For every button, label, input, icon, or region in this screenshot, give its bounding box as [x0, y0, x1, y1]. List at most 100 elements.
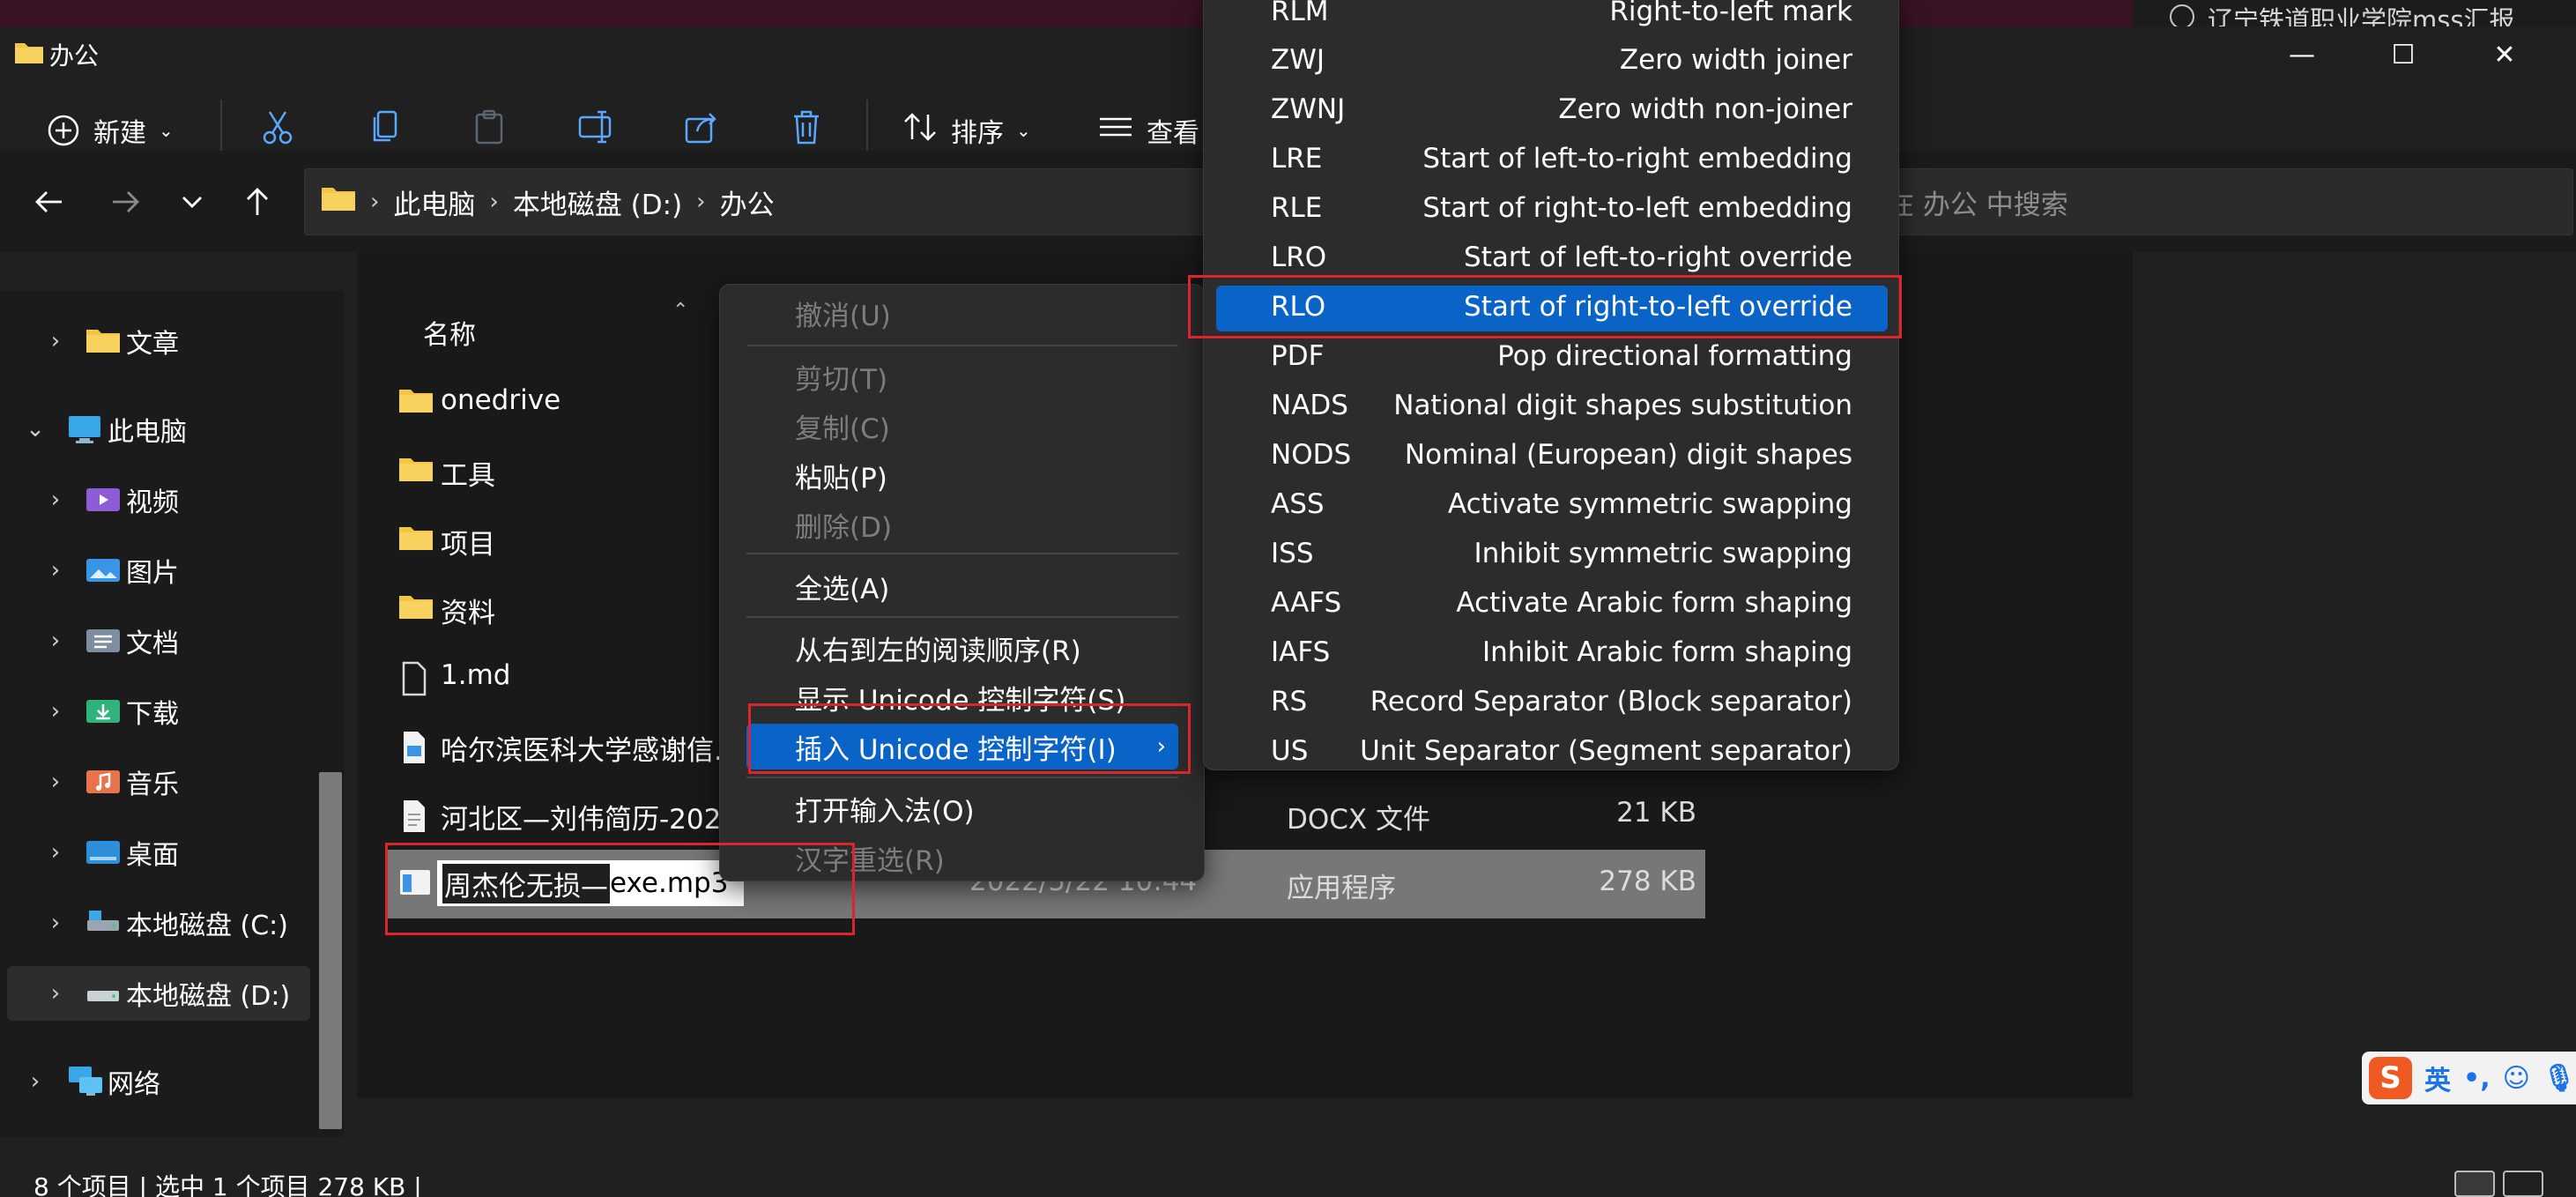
submenu-item-pdf[interactable]: PDF Pop directional formatting: [1216, 335, 1888, 381]
sidebar-scrollbar-thumb[interactable]: [319, 772, 342, 1129]
submenu-item-iss[interactable]: ISS Inhibit symmetric swapping: [1216, 532, 1888, 578]
maximize-button[interactable]: ☐: [2355, 26, 2452, 84]
code-label: ZWJ: [1271, 44, 1325, 76]
chevron-right-icon[interactable]: ›: [42, 328, 69, 354]
sidebar-item-label: 视频: [126, 487, 179, 518]
code-label: RLM: [1271, 0, 1329, 27]
submenu-item-ass[interactable]: ASS Activate symmetric swapping: [1216, 483, 1888, 529]
menu-item-undo[interactable]: 撤消(U): [746, 290, 1178, 336]
status-text: 8 个项目 | 选中 1 个项目 278 KB |: [33, 1172, 422, 1197]
chevron-right-icon[interactable]: ›: [42, 769, 69, 795]
menu-item-paste[interactable]: 粘贴(P): [746, 452, 1178, 498]
code-label: ISS: [1271, 538, 1314, 569]
file-size: 278 KB: [1599, 866, 1696, 897]
copy-icon: [368, 108, 404, 152]
breadcrumb-drive-d[interactable]: 本地磁盘 (D:): [513, 182, 682, 222]
close-button[interactable]: ✕: [2456, 26, 2553, 84]
chevron-right-icon[interactable]: ›: [42, 628, 69, 654]
chevron-right-icon[interactable]: ›: [42, 487, 69, 513]
chevron-right-icon[interactable]: ›: [42, 698, 69, 725]
sidebar-item-this-pc[interactable]: ⌄ 此电脑: [0, 402, 310, 457]
sidebar-item-drive-d[interactable]: › 本地磁盘 (D:): [7, 966, 310, 1021]
network-icon: [67, 1065, 104, 1104]
file-name: 项目: [441, 529, 495, 561]
chevron-right-icon[interactable]: ›: [42, 839, 69, 866]
submenu-item-nads[interactable]: NADS National digit shapes substitution: [1216, 384, 1888, 430]
submenu-item-rs[interactable]: RS Record Separator (Block separator): [1216, 680, 1888, 726]
ime-mode-label[interactable]: 英: [2424, 1059, 2451, 1097]
sidebar-item-videos[interactable]: › 视频: [0, 472, 310, 527]
forward-button[interactable]: [99, 151, 152, 252]
sidebar-item-downloads[interactable]: › 下载: [0, 684, 310, 739]
sidebar-item-drive-c[interactable]: › 本地磁盘 (C:): [0, 896, 310, 950]
sidebar-item-pictures[interactable]: › 图片: [0, 543, 310, 598]
sidebar-item-articles[interactable]: › 文章: [0, 314, 310, 368]
sort-icon: [902, 109, 939, 152]
chevron-right-icon[interactable]: ›: [42, 557, 69, 584]
submenu-item-nods[interactable]: NODS Nominal (European) digit shapes: [1216, 434, 1888, 480]
menu-item-delete[interactable]: 删除(D): [746, 502, 1178, 547]
description-label: Start of left-to-right embedding: [1422, 143, 1852, 175]
scissors-icon: [260, 108, 295, 152]
arrow-up-icon: [247, 187, 268, 215]
submenu-item-rle[interactable]: RLE Start of right-to-left embedding: [1216, 187, 1888, 233]
share-icon: [683, 108, 720, 152]
details-view-button[interactable]: [2454, 1171, 2495, 1197]
folder-icon: [85, 326, 121, 361]
arrow-right-icon: [113, 190, 139, 212]
submenu-item-rlm[interactable]: RLM Right-to-left mark: [1216, 0, 1888, 36]
back-button[interactable]: [23, 151, 76, 252]
file-type: 应用程序: [1287, 873, 1396, 904]
search-input[interactable]: 在 办公 中搜索: [1868, 168, 2573, 235]
menu-item-cut[interactable]: 剪切(T): [746, 353, 1178, 399]
sidebar-item-desktop[interactable]: › 桌面: [0, 825, 310, 880]
column-header-name[interactable]: 名称: [423, 313, 476, 352]
sort-ascending-icon: ⌃: [672, 300, 689, 322]
submenu-item-lre[interactable]: LRE Start of left-to-right embedding: [1216, 138, 1888, 183]
description-label: Right-to-left mark: [1609, 0, 1852, 27]
menu-item-open-ime[interactable]: 打开输入法(O): [746, 785, 1178, 831]
sidebar-item-documents[interactable]: › 文档: [0, 613, 310, 668]
new-label: 新建: [93, 117, 146, 149]
menu-item-rtl-reading-order[interactable]: 从右到左的阅读顺序(R): [746, 625, 1178, 671]
microphone-icon[interactable]: 🎙: [2543, 1063, 2576, 1094]
submenu-item-zwj[interactable]: ZWJ Zero width joiner: [1216, 39, 1888, 85]
code-label: PDF: [1271, 340, 1325, 372]
tiles-view-button[interactable]: [2503, 1171, 2543, 1197]
breadcrumb-office[interactable]: 办公: [720, 182, 775, 222]
documents-folder-icon: [85, 626, 121, 661]
document-icon: [398, 661, 430, 703]
sidebar-item-label: 文档: [126, 628, 179, 659]
submenu-item-zwnj[interactable]: ZWNJ Zero width non-joiner: [1216, 88, 1888, 134]
file-name: 1.md: [441, 659, 511, 691]
submenu-item-iafs[interactable]: IAFS Inhibit Arabic form shaping: [1216, 631, 1888, 677]
arrow-left-icon: [35, 190, 62, 212]
radio-button[interactable]: [2170, 4, 2194, 29]
emoji-icon[interactable]: ☺: [2503, 1063, 2530, 1094]
clipboard-icon: [471, 108, 507, 152]
chevron-right-icon[interactable]: ›: [22, 1068, 48, 1095]
sidebar-item-label: 文章: [126, 329, 179, 360]
chevron-right-icon[interactable]: ›: [42, 980, 69, 1007]
folder-icon: [398, 386, 434, 421]
menu-item-select-all[interactable]: 全选(A): [746, 563, 1178, 609]
up-button[interactable]: [231, 151, 284, 252]
view-label: 查看: [1147, 117, 1199, 149]
submenu-item-aafs[interactable]: AAFS Activate Arabic form shaping: [1216, 582, 1888, 628]
submenu-item-us[interactable]: US Unit Separator (Segment separator): [1216, 730, 1888, 776]
sidebar-item-music[interactable]: › 音乐: [0, 755, 310, 809]
breadcrumb-this-pc[interactable]: 此电脑: [393, 182, 475, 222]
file-name: 资料: [441, 598, 495, 629]
ime-punctuation-label[interactable]: •,: [2463, 1063, 2491, 1094]
recent-locations-button[interactable]: [166, 151, 219, 252]
chevron-right-icon: ›: [696, 189, 706, 215]
menu-item-copy[interactable]: 复制(C): [746, 403, 1178, 449]
chevron-right-icon[interactable]: ›: [42, 910, 69, 936]
sidebar-item-network[interactable]: › 网络: [0, 1054, 310, 1109]
sidebar-item-label: 本地磁盘 (C:): [126, 911, 288, 941]
ime-toolbar[interactable]: S 英 •, ☺ 🎙: [2362, 1052, 2576, 1104]
minimize-button[interactable]: —: [2253, 26, 2350, 84]
chevron-down-icon[interactable]: ⌄: [22, 416, 48, 442]
description-label: Zero width joiner: [1619, 44, 1852, 76]
file-name: 哈尔滨医科大学感谢信.p: [441, 735, 740, 767]
